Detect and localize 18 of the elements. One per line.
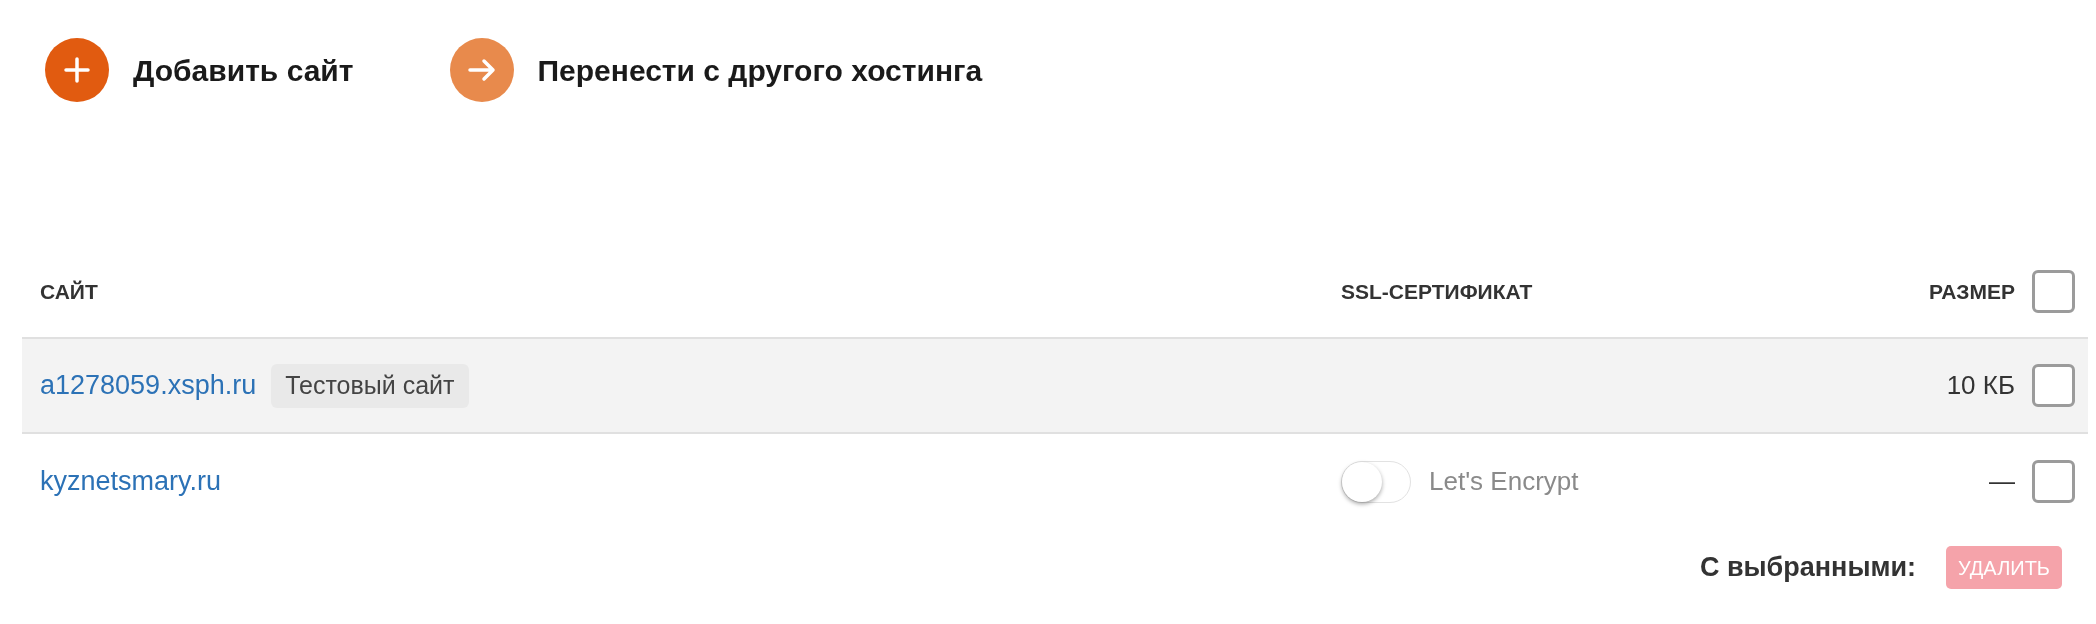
column-header: SSL-СЕРТИФИКАТ [1341,279,1533,303]
column-header: САЙТ [40,279,98,303]
size-value: 10 КБ [1946,369,2015,402]
site-link[interactable]: kyznetsmary.ru [40,461,222,502]
size-value: — [1989,465,2015,498]
site-tag: Тестовый сайт [271,363,469,408]
migrate-site-button[interactable]: Перенести с другого хостинга [449,38,983,102]
bulk-actions-label: С выбранными: [1699,551,1916,585]
add-site-button[interactable]: Добавить сайт [45,38,354,102]
site-link[interactable]: a1278059.xsph.ru [40,365,257,406]
column-header: РАЗМЕР [1929,278,2015,305]
plus-icon [45,38,109,102]
ssl-label: Let's Encrypt [1429,465,1579,498]
select-all-checkbox[interactable] [2032,270,2075,313]
arrow-right-icon [449,38,514,102]
row-checkbox[interactable] [2032,460,2075,503]
row-checkbox[interactable] [2032,364,2075,407]
toggle-switch[interactable] [1341,460,1411,503]
